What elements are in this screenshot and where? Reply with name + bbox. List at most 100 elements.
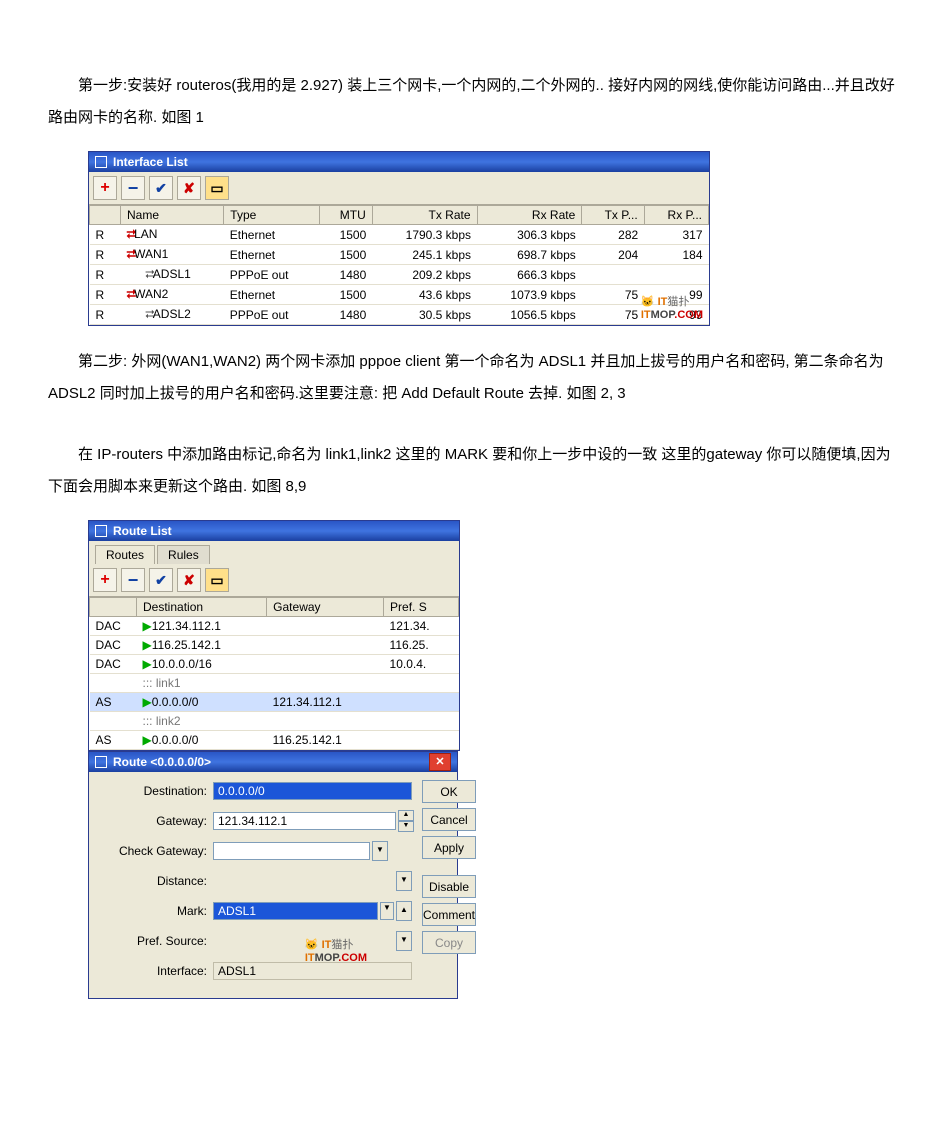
comments-button[interactable]: ▭: [205, 176, 229, 200]
table-cell: 1500: [320, 245, 373, 265]
route-pref-cell: [384, 731, 459, 750]
disable-route-button[interactable]: Disable: [422, 875, 476, 898]
check-gateway-input[interactable]: [213, 842, 370, 860]
distance-label: Distance:: [97, 874, 213, 888]
table-row[interactable]: R ⮂ADSL1PPPoE out1480209.2 kbps666.3 kbp…: [90, 265, 709, 285]
interface-col-header[interactable]: Tx Rate: [372, 206, 477, 225]
enable-button[interactable]: ✔: [149, 568, 173, 592]
mark-dropdown[interactable]: ▼: [380, 902, 394, 920]
interface-col-header[interactable]: Tx P...: [582, 206, 644, 225]
route-col-header[interactable]: Gateway: [267, 598, 384, 617]
interface-list-toolbar: + − ✔ ✘ ▭: [89, 172, 709, 205]
comment-button[interactable]: Comment: [422, 903, 476, 926]
table-cell: Ethernet: [224, 225, 320, 245]
remove-button[interactable]: −: [121, 568, 145, 592]
interface-name-cell: ⮂WAN2: [121, 285, 224, 305]
table-cell: 99: [644, 305, 708, 325]
interface-col-header[interactable]: Type: [224, 206, 320, 225]
route-gateway-cell: [267, 617, 384, 636]
table-cell: 245.1 kbps: [372, 245, 477, 265]
table-row[interactable]: AS▶0.0.0.0/0121.34.112.1: [90, 693, 459, 712]
interface-label: Interface:: [97, 964, 213, 978]
table-cell: [644, 265, 708, 285]
tab-rules[interactable]: Rules: [157, 545, 210, 564]
table-row[interactable]: DAC▶10.0.0.0/1610.0.4.: [90, 655, 459, 674]
table-row[interactable]: R ⮂ADSL2PPPoE out148030.5 kbps1056.5 kbp…: [90, 305, 709, 325]
table-cell: 75: [582, 285, 644, 305]
paragraph-ip-routers: 在 IP-routers 中添加路由标记,命名为 link1,link2 这里的…: [48, 439, 897, 502]
pref-source-expand[interactable]: ▼: [396, 931, 412, 951]
window-icon: [95, 756, 107, 768]
table-row[interactable]: R⮂WAN2Ethernet150043.6 kbps1073.9 kbps75…: [90, 285, 709, 305]
disable-button[interactable]: ✘: [177, 176, 201, 200]
table-row[interactable]: ::: link2: [90, 712, 459, 731]
interface-table[interactable]: NameTypeMTUTx RateRx RateTx P...Rx P... …: [89, 205, 709, 325]
route-destination-cell: ▶116.25.142.1: [137, 636, 267, 655]
check-gateway-expand[interactable]: ▼: [372, 841, 388, 861]
table-cell: 75: [582, 305, 644, 325]
interface-col-header[interactable]: Rx P...: [644, 206, 708, 225]
route-col-header[interactable]: [90, 598, 137, 617]
ok-button[interactable]: OK: [422, 780, 476, 803]
interface-list-titlebar: Interface List: [89, 152, 709, 172]
copy-button[interactable]: Copy: [422, 931, 476, 954]
route-flag-cell: DAC: [90, 636, 137, 655]
table-row[interactable]: AS▶0.0.0.0/0116.25.142.1: [90, 731, 459, 750]
route-col-header[interactable]: Destination: [137, 598, 267, 617]
enable-button[interactable]: ✔: [149, 176, 173, 200]
route-pref-cell: 116.25.: [384, 636, 459, 655]
interface-col-header[interactable]: Name: [121, 206, 224, 225]
gateway-input[interactable]: [213, 812, 396, 830]
table-cell: R: [90, 285, 121, 305]
route-flag-cell: [90, 712, 137, 731]
table-row[interactable]: ::: link1: [90, 674, 459, 693]
gateway-spinner[interactable]: ▲▼: [398, 810, 412, 832]
disable-button[interactable]: ✘: [177, 568, 201, 592]
route-pref-cell: 121.34.: [384, 617, 459, 636]
remove-button[interactable]: −: [121, 176, 145, 200]
table-cell: 43.6 kbps: [372, 285, 477, 305]
add-button[interactable]: +: [93, 568, 117, 592]
apply-button[interactable]: Apply: [422, 836, 476, 859]
route-destination-cell: ::: link1: [137, 674, 459, 693]
mark-input[interactable]: [213, 902, 378, 920]
route-destination-cell: ▶0.0.0.0/0: [137, 693, 267, 712]
table-cell: 1500: [320, 285, 373, 305]
table-cell: R: [90, 225, 121, 245]
table-row[interactable]: R⮂LANEthernet15001790.3 kbps306.3 kbps28…: [90, 225, 709, 245]
tab-routes[interactable]: Routes: [95, 545, 155, 564]
table-cell: 666.3 kbps: [477, 265, 582, 285]
close-button[interactable]: ✕: [429, 753, 451, 771]
table-cell: 1790.3 kbps: [372, 225, 477, 245]
distance-expand[interactable]: ▼: [396, 871, 412, 891]
table-cell: 184: [644, 245, 708, 265]
table-cell: 30.5 kbps: [372, 305, 477, 325]
route-col-header[interactable]: Pref. S: [384, 598, 459, 617]
table-cell: 282: [582, 225, 644, 245]
table-cell: 209.2 kbps: [372, 265, 477, 285]
interface-name-cell: ⮂LAN: [121, 225, 224, 245]
destination-input[interactable]: [213, 782, 412, 800]
route-table[interactable]: DestinationGatewayPref. S DAC▶121.34.112…: [89, 597, 459, 750]
mark-expand[interactable]: ▲: [396, 901, 412, 921]
table-row[interactable]: R⮂WAN1Ethernet1500245.1 kbps698.7 kbps20…: [90, 245, 709, 265]
interface-col-header[interactable]: Rx Rate: [477, 206, 582, 225]
interface-col-header[interactable]: MTU: [320, 206, 373, 225]
pref-source-label: Pref. Source:: [97, 934, 213, 948]
table-cell: R: [90, 265, 121, 285]
route-dialog: Route <0.0.0.0/0> ✕ Destination: Gateway…: [88, 751, 458, 999]
cancel-button[interactable]: Cancel: [422, 808, 476, 831]
interface-name-cell: ⮂ADSL1: [121, 265, 224, 285]
route-destination-cell: ::: link2: [137, 712, 459, 731]
table-row[interactable]: DAC▶121.34.112.1121.34.: [90, 617, 459, 636]
comments-button[interactable]: ▭: [205, 568, 229, 592]
route-list-tabs: Routes Rules: [89, 541, 459, 564]
interface-col-header[interactable]: [90, 206, 121, 225]
route-flag-cell: [90, 674, 137, 693]
add-button[interactable]: +: [93, 176, 117, 200]
table-cell: 1480: [320, 265, 373, 285]
table-cell: [582, 265, 644, 285]
table-cell: 1480: [320, 305, 373, 325]
table-row[interactable]: DAC▶116.25.142.1 116.25.: [90, 636, 459, 655]
destination-label: Destination:: [97, 784, 213, 798]
